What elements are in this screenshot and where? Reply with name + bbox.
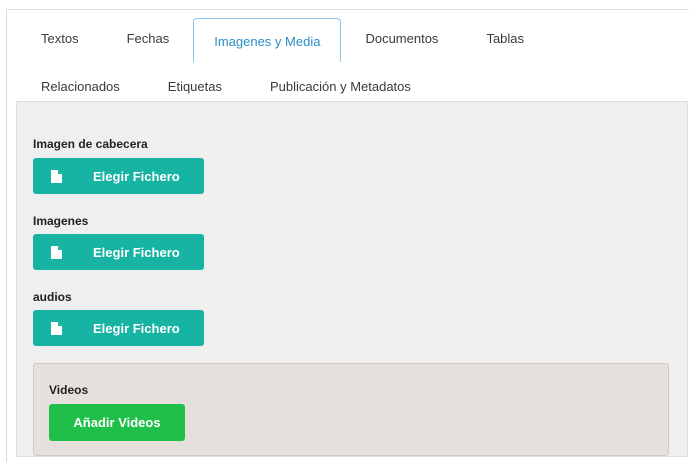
add-videos-button[interactable]: Añadir Videos [49,404,185,441]
tabs-row-1: Textos Fechas Imagenes y Media Documento… [15,18,548,62]
audios-choose-file-button[interactable]: Elegir Fichero [33,310,204,346]
tab-tablas[interactable]: Tablas [462,18,548,60]
tab-documentos[interactable]: Documentos [341,18,462,60]
file-icon [33,321,79,335]
choose-file-label: Elegir Fichero [93,168,180,184]
file-icon [33,245,79,259]
tab-imagenes-y-media[interactable]: Imagenes y Media [193,18,342,62]
file-icon [33,169,79,183]
choose-file-label: Elegir Fichero [93,320,180,336]
videos-section: Videos Añadir Videos [33,363,669,456]
content-frame: Textos Fechas Imagenes y Media Documento… [6,9,689,462]
choose-file-label: Elegir Fichero [93,244,180,260]
tab-textos[interactable]: Textos [15,18,103,60]
tab-fechas[interactable]: Fechas [103,18,194,60]
videos-label: Videos [49,383,89,397]
images-label: Imagenes [33,214,89,228]
media-panel: Imagen de cabecera Elegir Fichero Imagen… [16,101,688,457]
header-image-label: Imagen de cabecera [33,137,148,151]
audios-label: audios [33,290,72,304]
images-choose-file-button[interactable]: Elegir Fichero [33,234,204,270]
header-image-choose-file-button[interactable]: Elegir Fichero [33,158,204,194]
